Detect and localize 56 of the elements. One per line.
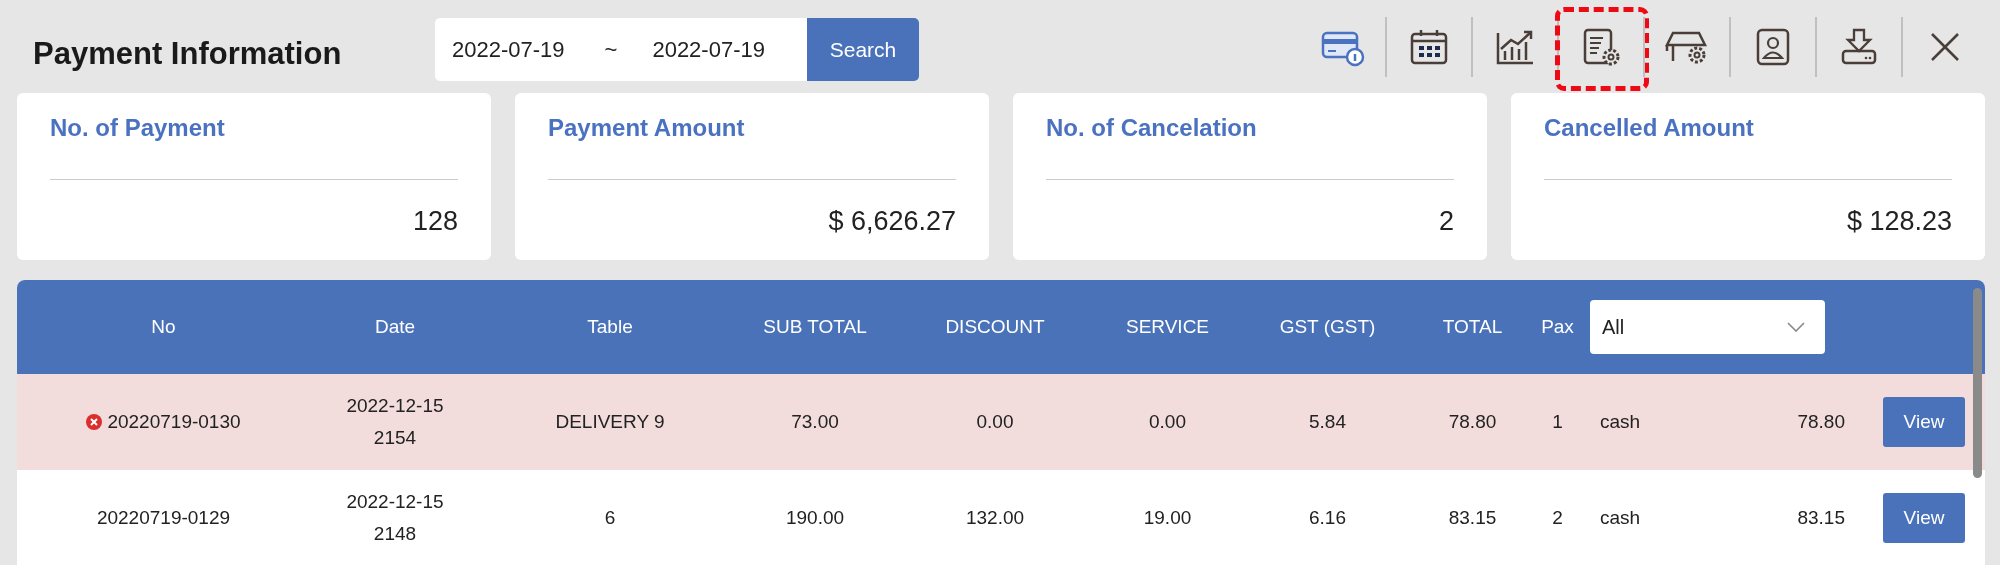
table-cell-text: 2 <box>1551 506 1564 530</box>
range-separator: ~ <box>604 36 618 63</box>
column-header: GST (GST) <box>1278 316 1377 338</box>
document-tool-button[interactable] <box>1581 26 1621 67</box>
table-cell-text: 83.15 <box>1796 506 1845 530</box>
table-cell-text: 2022-12-15 2154 <box>345 394 445 450</box>
table-cell-text: 78.80 <box>1447 410 1498 434</box>
table-cell-text: 190.00 <box>784 506 846 530</box>
table-cell-text: 1 <box>1551 410 1564 434</box>
table-cell-text: 83.15 <box>1447 506 1498 530</box>
table-cell-text: 20220719-0129 <box>96 506 231 530</box>
cancelled-icon <box>86 414 103 430</box>
scrollbar[interactable] <box>1973 288 1982 478</box>
card-title: No. of Cancelation <box>1046 93 1454 180</box>
table-cell-text: 132.00 <box>964 506 1026 530</box>
chevron-down-icon <box>1787 322 1805 332</box>
table-cell-text: 73.00 <box>790 410 840 434</box>
view-button[interactable]: View <box>1883 493 1965 543</box>
column-header: Table <box>586 316 634 338</box>
table-cell-text: 78.80 <box>1796 410 1845 434</box>
download-icon <box>1839 26 1879 67</box>
filter-dropdown[interactable]: All <box>1590 300 1825 354</box>
table-cell-text: cash <box>1599 410 1642 434</box>
card-value: 128 <box>411 205 458 237</box>
card-title: Cancelled Amount <box>1544 93 1952 180</box>
card-value: $ 6,626.27 <box>827 205 956 237</box>
column-header: Pax <box>1540 316 1575 338</box>
table-cell-text: 0.00 <box>1148 410 1187 434</box>
start-date: 2022-07-19 <box>452 36 565 63</box>
document-settings-icon <box>1581 26 1621 67</box>
card-title: Payment Amount <box>548 93 956 180</box>
column-header: Date <box>373 316 417 338</box>
page-title: Payment Information <box>33 34 343 72</box>
view-button[interactable]: View <box>1883 397 1965 447</box>
card-value: 2 <box>1437 205 1454 237</box>
table-cell-text: 2022-12-15 2148 <box>345 490 445 546</box>
column-header: No <box>150 316 177 338</box>
table-cell-text: DELIVERY 9 <box>554 410 666 434</box>
date-range-field[interactable]: 2022-07-19 ~ 2022-07-19 <box>435 18 807 81</box>
end-date: 2022-07-19 <box>652 36 765 63</box>
table-cell-text: 6.16 <box>1308 506 1347 530</box>
card-title: No. of Payment <box>50 93 458 180</box>
download-tool-button[interactable] <box>1839 26 1879 67</box>
search-button[interactable]: Search <box>807 18 919 81</box>
table-cell-text: 0.00 <box>975 410 1015 434</box>
dropdown-value: All <box>1602 315 1625 339</box>
column-header: DISCOUNT <box>944 316 1046 338</box>
column-header: TOTAL <box>1441 316 1504 338</box>
table-cell-text: 19.00 <box>1142 506 1193 530</box>
table-cell-text: 6 <box>603 506 617 530</box>
column-header: SERVICE <box>1124 316 1211 338</box>
card-value: $ 128.23 <box>1845 205 1952 237</box>
table-cell-text: cash <box>1599 506 1642 530</box>
table-cell-text: 20220719-0130 <box>107 410 241 434</box>
column-header: SUB TOTAL <box>762 316 868 338</box>
table-cell-text: 5.84 <box>1308 410 1347 434</box>
